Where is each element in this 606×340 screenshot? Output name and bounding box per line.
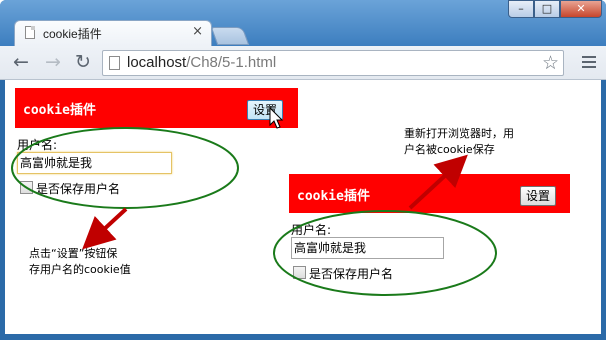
right-annotation-line1: 重新打开浏览器时，用 [404,127,514,140]
address-bar[interactable]: localhost/Ch8/5-1.html ☆ [102,50,564,76]
close-tab-icon[interactable]: × [192,24,203,39]
left-settings-button[interactable]: 设置 [247,100,284,120]
browser-tab[interactable]: cookie插件 × [14,20,212,46]
bookmark-star-icon[interactable]: ☆ [542,52,559,74]
reload-icon[interactable]: ↻ [72,51,94,73]
right-username-label: 用户名: [291,223,332,237]
right-username-input[interactable]: 高富帅就是我 [291,237,444,259]
right-panel-title: cookie插件 [297,189,370,204]
right-remember-checkbox[interactable] [293,266,306,279]
maximize-button[interactable]: □ [534,0,560,18]
left-annotation: 点击“设置”按钮保 存用户名的cookie值 [29,246,131,278]
left-panel-title: cookie插件 [23,103,96,118]
title-bar: cookie插件 × – □ ✕ [0,0,606,46]
right-annotation: 重新打开浏览器时，用 户名被cookie保存 [404,126,514,158]
left-annotation-line2: 存用户名的cookie值 [29,263,131,276]
left-remember-checkbox[interactable] [20,181,33,194]
browser-window: cookie插件 × – □ ✕ ← → ↻ localhost/Ch8/5-1… [0,0,606,340]
url-host: localhost [127,54,187,71]
close-window-button[interactable]: ✕ [560,0,602,18]
browser-toolbar: ← → ↻ localhost/Ch8/5-1.html ☆ [0,46,606,80]
right-panel-header: cookie插件 设置 [289,174,570,213]
left-panel-header: cookie插件 设置 [15,88,298,128]
page-icon [25,26,35,39]
left-username-input[interactable]: 高富帅就是我 [17,152,172,174]
url-text: localhost/Ch8/5-1.html [127,54,276,71]
right-settings-button[interactable]: 设置 [520,186,557,206]
back-icon[interactable]: ← [10,51,32,73]
right-annotation-line2: 户名被cookie保存 [404,143,495,156]
forward-icon[interactable]: → [42,51,64,73]
left-remember-label: 是否保存用户名 [36,182,121,196]
left-annotation-line1: 点击“设置”按钮保 [29,247,118,260]
new-tab-button[interactable] [210,27,250,45]
menu-icon[interactable] [582,56,596,68]
window-controls: – □ ✕ [508,0,602,20]
minimize-button[interactable]: – [508,0,534,18]
tab-title: cookie插件 [43,27,102,41]
page-content: cookie插件 设置 用户名: 高富帅就是我 是否保存用户名 cookie插件… [5,80,601,334]
left-username-label: 用户名: [17,138,58,152]
page-icon [109,56,120,70]
right-remember-label: 是否保存用户名 [309,267,394,281]
url-path: /Ch8/5-1.html [186,54,277,71]
